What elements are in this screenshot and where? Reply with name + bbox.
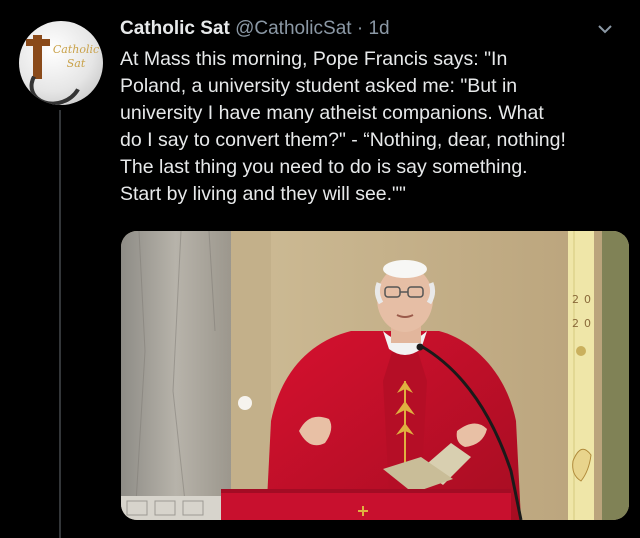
- tweet-header: Catholic Sat @CatholicSat · 1d: [120, 16, 600, 42]
- author-name[interactable]: Catholic Sat: [120, 18, 230, 39]
- candle-number: 0: [584, 317, 591, 330]
- avatar[interactable]: Catholic Sat: [19, 21, 103, 105]
- tweet-text: At Mass this morning, Pope Francis says:…: [120, 48, 566, 205]
- candle-number: 2: [572, 293, 579, 306]
- author-handle[interactable]: @CatholicSat: [235, 18, 351, 39]
- avatar-logo-text: Catholic Sat: [52, 43, 100, 70]
- tweet-timestamp[interactable]: 1d: [368, 18, 389, 39]
- photo-scene: 2 0 2 0: [121, 231, 629, 520]
- separator-dot: ·: [356, 18, 364, 39]
- candle-number: 0: [584, 293, 591, 306]
- more-menu-button[interactable]: [592, 16, 618, 42]
- thread-line: [59, 110, 61, 538]
- tweet-photo[interactable]: 2 0 2 0: [121, 231, 629, 520]
- candle-number: 2: [572, 317, 579, 330]
- chevron-down-icon: [598, 25, 612, 34]
